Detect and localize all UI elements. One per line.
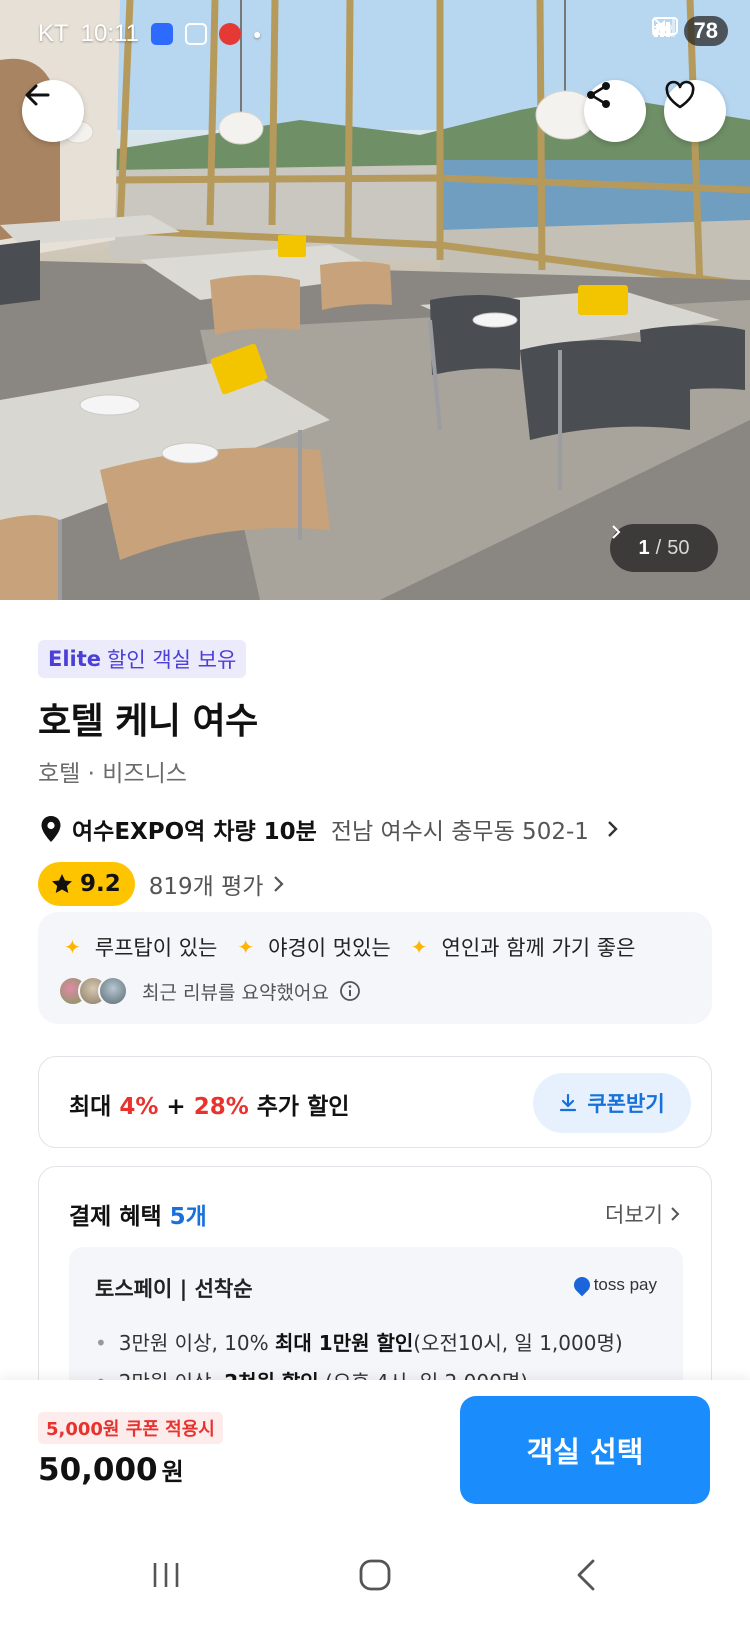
tosspay-title: 토스페이 | 선착순: [95, 1277, 253, 1301]
chevron-right-icon: [612, 525, 621, 539]
payment-benefits-title: 결제 혜택 5개: [69, 1197, 207, 1231]
photo-index: 1: [638, 536, 650, 559]
rating-score: 9.2: [80, 871, 121, 897]
benefit-condition: (오전10시, 일 1,000명): [413, 1331, 623, 1355]
hotel-name: 호텔 케니 여수: [38, 701, 258, 742]
location-row[interactable]: 여수EXPO역 차량 10분 전남 여수시 충무동 502-1: [38, 812, 619, 846]
home-icon: [359, 1559, 391, 1591]
review-tag: 야경이 멋있는: [268, 936, 391, 960]
payment-benefits-count: 5개: [169, 1204, 207, 1230]
coupon-rate-1: 4%: [119, 1094, 159, 1120]
review-summary-text: 최근 리뷰를 요약했어요: [142, 981, 329, 1004]
system-navigation-bar: [0, 1530, 750, 1625]
coupon-discount-text: 최대 4% + 28% 추가 할인: [69, 1087, 349, 1121]
review-tag: 연인과 함께 가기 좋은: [441, 936, 636, 960]
status-right: HD 5G 78: [651, 16, 728, 46]
photo-total: 50: [667, 536, 690, 559]
payment-benefits-title-text: 결제 혜택: [69, 1204, 162, 1230]
benefit-highlight: 최대 1만원 할인: [275, 1331, 414, 1355]
more-benefits-link[interactable]: 더보기: [605, 1199, 681, 1229]
reviewer-avatars: [58, 976, 128, 1006]
clock: 10:11: [80, 20, 139, 47]
benefit-text: 3만원 이상, 10%: [118, 1331, 276, 1355]
coupon-card: 최대 4% + 28% 추가 할인 쿠폰받기: [38, 1056, 712, 1148]
coupon-rate-2: 28%: [193, 1094, 249, 1120]
hotel-address: 전남 여수시 충무동 502-1: [330, 819, 589, 845]
review-summary-card[interactable]: ✦ 루프탑이 있는 ✦ 야경이 멋있는 ✦ 연인과 함께 가기 좋은 최근 리뷰…: [38, 912, 712, 1024]
notification-edit-icon: [184, 23, 207, 45]
list-item: 3만원 이상, 10% 최대 1만원 할인(오전10시, 일 1,000명): [95, 1327, 623, 1356]
notification-q-icon: [218, 23, 241, 45]
info-icon[interactable]: [339, 980, 361, 1002]
recent-apps-icon: [153, 1563, 179, 1587]
more-label: 더보기: [605, 1203, 663, 1227]
status-bar: KT 10:11 ● HD 5G 78: [0, 0, 750, 66]
notification-dot-icon: ●: [252, 26, 262, 42]
location-pin-icon: [41, 816, 61, 842]
coupon-suffix: 추가 할인: [248, 1094, 350, 1120]
chevron-right-icon: [671, 1207, 680, 1221]
review-count-link[interactable]: 819개 평가: [149, 867, 286, 901]
download-icon: [560, 1093, 577, 1112]
tosspay-logo: toss pay: [570, 1273, 657, 1297]
coupon-prefix: 최대: [69, 1094, 120, 1120]
share-button[interactable]: [584, 80, 646, 142]
back-arrow-icon: [25, 84, 50, 106]
tosspay-logo-text: toss pay: [593, 1275, 657, 1294]
review-tag: 루프탑이 있는: [94, 936, 218, 960]
avatar: [98, 976, 128, 1006]
hotel-photo[interactable]: KT 10:11 ● HD 5G 78 1 / 50: [0, 0, 750, 600]
sparkle-icon: ✦: [64, 935, 81, 959]
elite-badge-brand: Elite: [48, 647, 102, 671]
tosspay-logo-icon: [570, 1273, 594, 1297]
back-button[interactable]: [22, 80, 84, 142]
sparkle-icon: ✦: [237, 935, 255, 959]
notification-app-icon: [150, 23, 173, 45]
chevron-right-icon: [274, 876, 285, 892]
elite-badge: Elite 할인 객실 보유: [38, 640, 247, 678]
system-back-button[interactable]: [556, 1550, 616, 1600]
status-left: KT 10:11 ●: [38, 20, 261, 48]
get-coupon-label: 쿠폰받기: [587, 1092, 665, 1116]
coupon-plus: +: [158, 1094, 194, 1120]
review-tags: ✦ 루프탑이 있는 ✦ 야경이 멋있는 ✦ 연인과 함께 가기 좋은: [64, 932, 655, 962]
home-button[interactable]: [345, 1550, 405, 1600]
bottom-booking-bar: 5,000원 쿠폰 적용시 50,000 원 객실 선택: [0, 1380, 750, 1530]
hotel-category: 호텔 · 비즈니스: [38, 761, 187, 787]
coupon-applied-note: 5,000원 쿠폰 적용시: [38, 1412, 223, 1444]
rating-badge: 9.2: [38, 862, 135, 906]
select-room-button[interactable]: 객실 선택: [460, 1396, 710, 1504]
review-summary-line: 최근 리뷰를 요약했어요: [58, 976, 361, 1006]
price-currency: 원: [161, 1458, 184, 1486]
chevron-right-icon: [608, 821, 618, 837]
elite-badge-text: 할인 객실 보유: [107, 648, 237, 672]
back-icon: [577, 1559, 595, 1591]
signal-icon: [653, 18, 675, 37]
star-icon: [52, 874, 72, 893]
review-count: 819개 평가: [148, 874, 264, 900]
photo-counter[interactable]: 1 / 50: [610, 524, 718, 572]
get-coupon-button[interactable]: 쿠폰받기: [533, 1073, 691, 1133]
photo-separator: /: [655, 536, 662, 559]
rating-row[interactable]: 9.2 819개 평가: [38, 862, 285, 906]
price-amount: 50,000: [38, 1452, 158, 1488]
heart-icon: [665, 80, 695, 109]
sparkle-icon: ✦: [410, 935, 428, 959]
share-icon: [587, 82, 610, 108]
price: 50,000 원: [38, 1452, 184, 1488]
recent-apps-button[interactable]: [136, 1550, 196, 1600]
battery-indicator: 78: [683, 16, 728, 46]
location-main: 여수EXPO역 차량 10분: [72, 819, 317, 845]
carrier-label: KT: [38, 20, 69, 47]
favorite-button[interactable]: [664, 80, 726, 142]
